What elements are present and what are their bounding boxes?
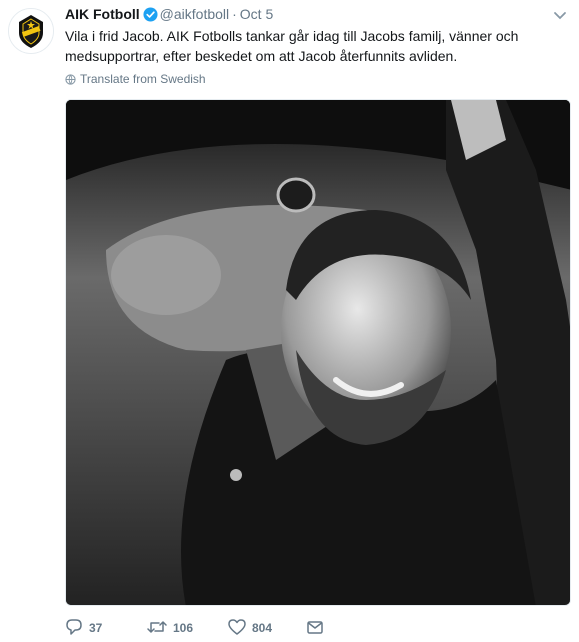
tweet-photo[interactable] (65, 99, 571, 606)
message-icon (306, 621, 330, 635)
reply-count: 37 (89, 621, 103, 635)
retweet-count: 106 (173, 621, 194, 635)
like-icon (228, 619, 252, 635)
author-name[interactable]: AIK Fotboll (65, 6, 140, 22)
reply-icon (65, 619, 89, 635)
tweet-date[interactable]: Oct 5 (240, 6, 273, 22)
reply-button[interactable]: 37 (65, 618, 102, 638)
chevron-down-icon[interactable] (553, 8, 567, 20)
globe-icon (65, 72, 80, 86)
like-count: 804 (252, 621, 273, 635)
tweet-header: AIK Fotboll @aikfotboll · Oct 5 (65, 4, 569, 24)
separator-dot: · (232, 6, 237, 22)
translate-link[interactable]: Translate from Swedish (65, 71, 206, 87)
verified-icon (143, 7, 158, 27)
retweet-icon (147, 621, 173, 635)
aik-logo (9, 9, 53, 53)
avatar[interactable] (8, 8, 54, 54)
retweet-button[interactable]: 106 (147, 618, 193, 638)
like-button[interactable]: 804 (228, 618, 272, 638)
translate-label: Translate from Swedish (80, 72, 206, 86)
photo-image (66, 100, 570, 605)
message-button[interactable] (306, 618, 330, 638)
author-handle[interactable]: @aikfotboll (160, 6, 229, 22)
tweet-text: Vila i frid Jacob. AIK Fotbolls tankar g… (65, 28, 519, 64)
